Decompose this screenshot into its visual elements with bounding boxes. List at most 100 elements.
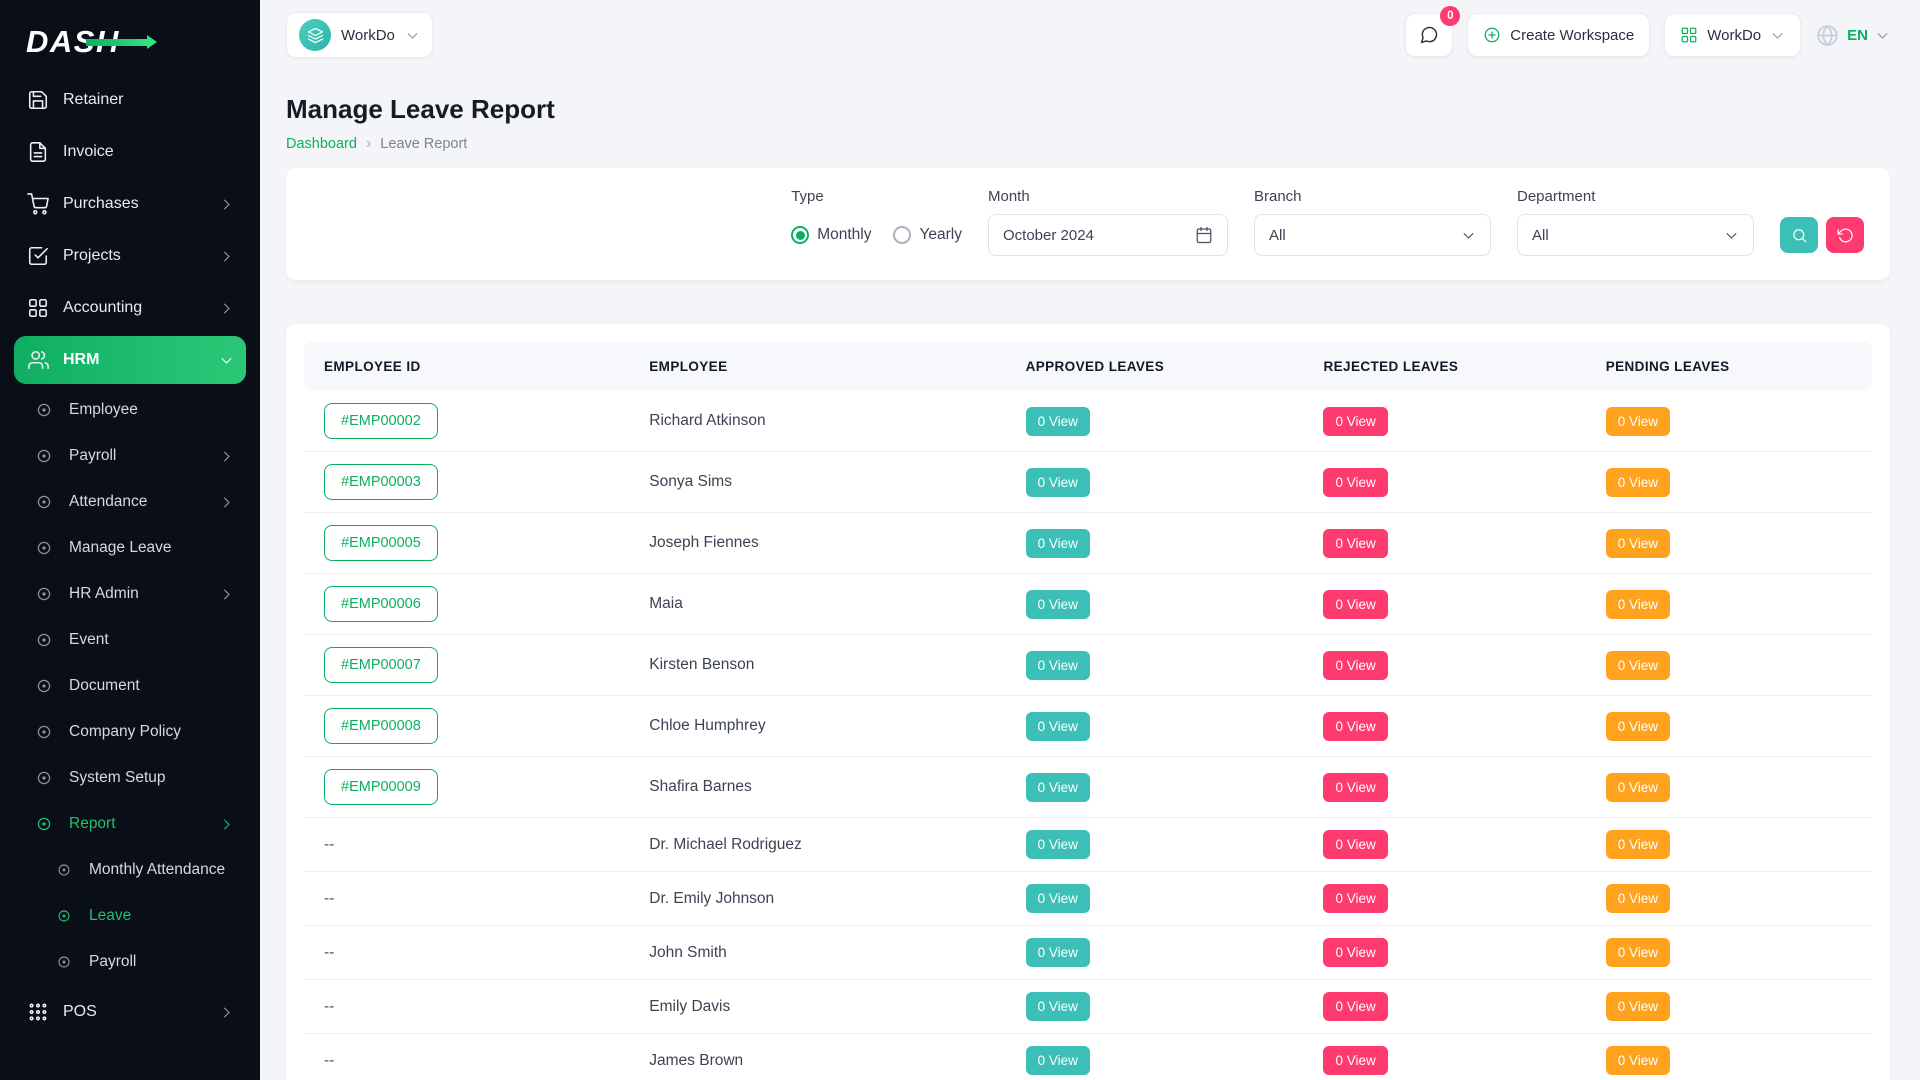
create-workspace-button[interactable]: Create Workspace [1467,13,1650,57]
pending-leaves-badge[interactable]: 0 View [1606,590,1670,619]
month-input[interactable]: October 2024 [988,214,1228,256]
sidebar-item-hr-admin[interactable]: HR Admin [14,572,246,616]
pending-leaves-badge[interactable]: 0 View [1606,1046,1670,1075]
globe-icon [1815,23,1840,48]
employee-id-empty: -- [324,944,334,961]
sidebar-item-event[interactable]: Event [14,618,246,662]
reset-button[interactable] [1826,217,1864,253]
sidebar-item-payroll[interactable]: Payroll [14,434,246,478]
approved-leaves-badge[interactable]: 0 View [1026,407,1090,436]
messages-button[interactable]: 0 [1405,13,1453,57]
rejected-leaves-badge[interactable]: 0 View [1323,590,1387,619]
sidebar-item-company-policy[interactable]: Company Policy [14,710,246,754]
approved-leaves-badge[interactable]: 0 View [1026,992,1090,1021]
approved-leaves-badge[interactable]: 0 View [1026,712,1090,741]
department-field: Department All [1517,188,1754,256]
search-button[interactable] [1780,217,1818,253]
employee-id-button[interactable]: #EMP00002 [324,403,438,439]
department-select[interactable]: All [1517,214,1754,256]
rejected-leaves-badge[interactable]: 0 View [1323,712,1387,741]
sidebar-item-employee[interactable]: Employee [14,388,246,432]
sidebar-item-monthly-attendance[interactable]: Monthly Attendance [14,848,246,892]
month-value: October 2024 [1003,227,1094,244]
rejected-leaves-badge[interactable]: 0 View [1323,1046,1387,1075]
chevron-right-icon [219,249,234,264]
employee-id-button[interactable]: #EMP00006 [324,586,438,622]
radio-monthly[interactable]: Monthly [791,226,871,244]
rejected-leaves-badge[interactable]: 0 View [1323,830,1387,859]
radio-yearly[interactable]: Yearly [893,226,962,244]
employee-id-button[interactable]: #EMP00009 [324,769,438,805]
rejected-leaves-badge[interactable]: 0 View [1323,651,1387,680]
workspace-menu-label: WorkDo [1707,27,1761,44]
breadcrumb-dashboard-link[interactable]: Dashboard [286,136,357,152]
rejected-leaves-badge[interactable]: 0 View [1323,884,1387,913]
pending-leaves-badge[interactable]: 0 View [1606,712,1670,741]
approved-leaves-badge[interactable]: 0 View [1026,529,1090,558]
approved-leaves-badge[interactable]: 0 View [1026,830,1090,859]
sidebar-item-label: Purchases [63,195,139,213]
pending-leaves-badge[interactable]: 0 View [1606,468,1670,497]
approved-leaves-badge[interactable]: 0 View [1026,884,1090,913]
radio-monthly-control [791,226,809,244]
language-select[interactable]: EN [1815,23,1890,48]
rejected-leaves-badge[interactable]: 0 View [1323,992,1387,1021]
sidebar-item-retainer[interactable]: Retainer [14,76,246,124]
bullet-icon [32,493,56,511]
approved-leaves-badge[interactable]: 0 View [1026,590,1090,619]
approved-leaves-badge[interactable]: 0 View [1026,938,1090,967]
employee-id-button[interactable]: #EMP00005 [324,525,438,561]
rejected-leaves-badge[interactable]: 0 View [1323,468,1387,497]
pending-leaves-badge[interactable]: 0 View [1606,884,1670,913]
approved-leaves-badge[interactable]: 0 View [1026,468,1090,497]
pending-leaves-badge[interactable]: 0 View [1606,830,1670,859]
sidebar-item-leave[interactable]: Leave [14,894,246,938]
sidebar-item-document[interactable]: Document [14,664,246,708]
approved-leaves-badge[interactable]: 0 View [1026,1046,1090,1075]
sidebar-item-invoice[interactable]: Invoice [14,128,246,176]
pending-leaves-badge[interactable]: 0 View [1606,407,1670,436]
employee-id-button[interactable]: #EMP00003 [324,464,438,500]
sidebar-item-pos[interactable]: POS [14,988,246,1036]
pending-leaves-badge[interactable]: 0 View [1606,992,1670,1021]
chevron-down-icon [219,353,234,368]
sidebar-item-purchases[interactable]: Purchases [14,180,246,228]
bullet-icon [32,677,56,695]
table-row: #EMP00003Sonya Sims0 View0 View0 View [304,452,1872,513]
chevron-down-icon [1770,28,1785,43]
sidebar-item-hrm[interactable]: HRM [14,336,246,384]
pending-leaves-badge[interactable]: 0 View [1606,651,1670,680]
app-root: DASH RetainerInvoice Purchases ProjectsAcc… [0,0,1920,1080]
employee-id-button[interactable]: #EMP00008 [324,708,438,744]
sidebar-item-payroll[interactable]: Payroll [14,940,246,984]
brand-logo[interactable]: DASH [14,14,246,70]
approved-leaves-badge[interactable]: 0 View [1026,773,1090,802]
chevron-down-icon [1875,28,1890,43]
rejected-leaves-badge[interactable]: 0 View [1323,938,1387,967]
workspace-menu-button[interactable]: WorkDo [1664,13,1801,57]
column-header: APPROVED LEAVES [1010,342,1308,391]
page-title: Manage Leave Report [286,92,1890,126]
filter-card: Type Monthly Yearly Month [286,168,1890,280]
sidebar-item-system-setup[interactable]: System Setup [14,756,246,800]
sidebar-item-report[interactable]: Report [14,802,246,846]
column-header: EMPLOYEE ID [304,342,633,391]
sidebar-item-manage-leave[interactable]: Manage Leave [14,526,246,570]
approved-leaves-badge[interactable]: 0 View [1026,651,1090,680]
pending-leaves-badge[interactable]: 0 View [1606,773,1670,802]
leave-report-table: EMPLOYEE IDEMPLOYEEAPPROVED LEAVESREJECT… [304,342,1872,1080]
rejected-leaves-badge[interactable]: 0 View [1323,407,1387,436]
sidebar-item-projects[interactable]: Projects [14,232,246,280]
brand-arrow-icon [86,39,148,46]
type-label: Type [791,188,962,206]
workspace-select[interactable]: WorkDo [286,12,433,58]
pending-leaves-badge[interactable]: 0 View [1606,938,1670,967]
radio-yearly-control [893,226,911,244]
sidebar-item-attendance[interactable]: Attendance [14,480,246,524]
rejected-leaves-badge[interactable]: 0 View [1323,529,1387,558]
sidebar-item-accounting[interactable]: Accounting [14,284,246,332]
employee-id-button[interactable]: #EMP00007 [324,647,438,683]
pending-leaves-badge[interactable]: 0 View [1606,529,1670,558]
branch-select[interactable]: All [1254,214,1491,256]
rejected-leaves-badge[interactable]: 0 View [1323,773,1387,802]
